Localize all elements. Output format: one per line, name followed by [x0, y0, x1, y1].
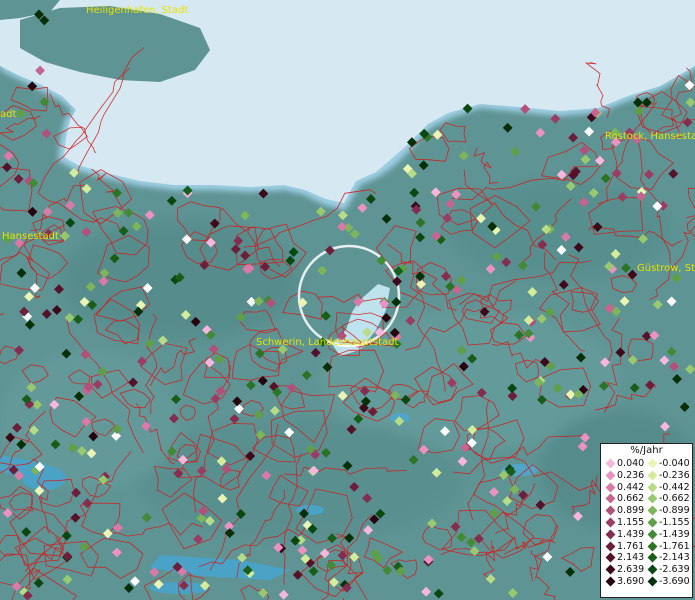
legend-positive-swatch	[605, 482, 616, 493]
city-label-hansestadt: Hansestadt	[2, 231, 59, 242]
city-label-schwerin: Schwerin, Landeshauptstadt	[256, 337, 399, 348]
legend-positive-swatch	[605, 529, 616, 540]
legend-positive-swatch	[605, 552, 616, 563]
legend-negative-value: -2.143	[659, 552, 690, 564]
legend-positive-value: 0.662	[617, 493, 645, 505]
legend-negative-value: -3.690	[659, 575, 690, 587]
legend-negative-value: -0.442	[659, 481, 690, 493]
legend-positive-swatch	[605, 505, 616, 516]
legend-row: 0.236 -0.236	[601, 470, 692, 482]
legend-negative-swatch	[647, 517, 658, 528]
legend-negative-value: -1.761	[659, 540, 690, 552]
legend-row: 0.442 -0.442	[601, 482, 692, 494]
legend-positive-value: 1.439	[617, 528, 645, 540]
legend-positive-value: 1.761	[617, 540, 645, 552]
legend-row: 1.761 -1.761	[601, 541, 692, 553]
city-label-guestrow: Güstrow, St	[637, 263, 695, 274]
legend-row: 2.143 -2.143	[601, 552, 692, 564]
legend-negative-value: -0.662	[659, 493, 690, 505]
legend-row: 1.155 -1.155	[601, 517, 692, 529]
legend-negative-swatch	[647, 470, 658, 481]
legend-title: %/Jahr	[630, 445, 663, 456]
legend-negative-swatch	[647, 552, 658, 563]
legend-positive-value: 2.143	[617, 552, 645, 564]
legend-negative-swatch	[647, 505, 658, 516]
legend-negative-swatch	[647, 576, 658, 587]
city-label-partial: adt	[0, 109, 17, 120]
legend-negative-value: -0.040	[659, 458, 690, 469]
legend-negative-swatch	[647, 493, 658, 504]
legend-negative-swatch	[647, 564, 658, 575]
legend-negative-swatch	[647, 529, 658, 540]
legend-positive-swatch	[605, 470, 616, 481]
legend-positive-value: 0.040	[617, 458, 645, 469]
legend-positive-swatch	[605, 493, 616, 504]
legend-row: 0.662 -0.662	[601, 493, 692, 505]
legend-negative-swatch	[647, 458, 658, 469]
legend-negative-value: -1.155	[659, 516, 690, 528]
legend-positive-value: 0.442	[617, 481, 645, 493]
legend-positive-value: 1.155	[617, 516, 645, 528]
legend-positive-swatch	[605, 541, 616, 552]
city-label-rostock: Rostock, Hansesta	[605, 131, 695, 142]
city-label-heiligenhafen: Heiligenhafen, Stadt	[86, 5, 189, 16]
legend-negative-swatch	[647, 482, 658, 493]
legend-negative-swatch	[647, 541, 658, 552]
legend-rows: 0.040 -0.040 0.236 -0.236 0.442 -0.442 0.662 -0…	[601, 458, 692, 588]
legend-negative-value: -0.899	[659, 505, 690, 517]
legend-positive-swatch	[605, 458, 616, 469]
legend-row: 0.899 -0.899	[601, 505, 692, 517]
legend-negative-value: -0.236	[659, 469, 690, 481]
legend-positive-swatch	[605, 564, 616, 575]
legend-positive-value: 0.899	[617, 505, 645, 517]
legend-positive-swatch	[605, 517, 616, 528]
legend-positive-swatch	[605, 576, 616, 587]
legend-positive-value: 2.639	[617, 564, 645, 576]
legend-negative-value: -2.639	[659, 564, 690, 576]
legend-row: 1.439 -1.439	[601, 529, 692, 541]
legend-positive-value: 0.236	[617, 469, 645, 481]
legend-row: 2.639 -2.639	[601, 564, 692, 576]
legend-negative-value: -1.439	[659, 528, 690, 540]
legend-positive-value: 3.690	[617, 575, 645, 587]
map-canvas[interactable]	[0, 0, 695, 600]
legend-row: 0.040 -0.040	[601, 458, 692, 470]
map-legend: %/Jahr 0.040 -0.040 0.236 -0.236 0.442 -0.442…	[600, 443, 693, 598]
legend-row: 3.690 -3.690	[601, 576, 692, 588]
